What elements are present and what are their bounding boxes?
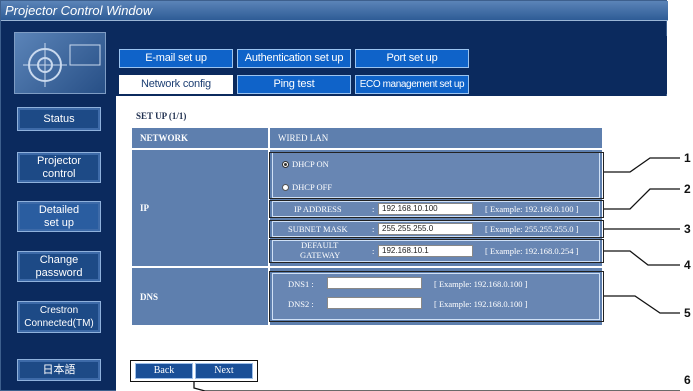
callout-number-6: 6	[684, 373, 691, 387]
callout-number-1: 1	[684, 151, 691, 165]
callout-lines	[193, 157, 680, 391]
callout-number-2: 2	[684, 182, 691, 196]
callout-number-4: 4	[684, 258, 691, 272]
callout-number-5: 5	[684, 306, 691, 320]
callout-number-3: 3	[684, 222, 691, 236]
